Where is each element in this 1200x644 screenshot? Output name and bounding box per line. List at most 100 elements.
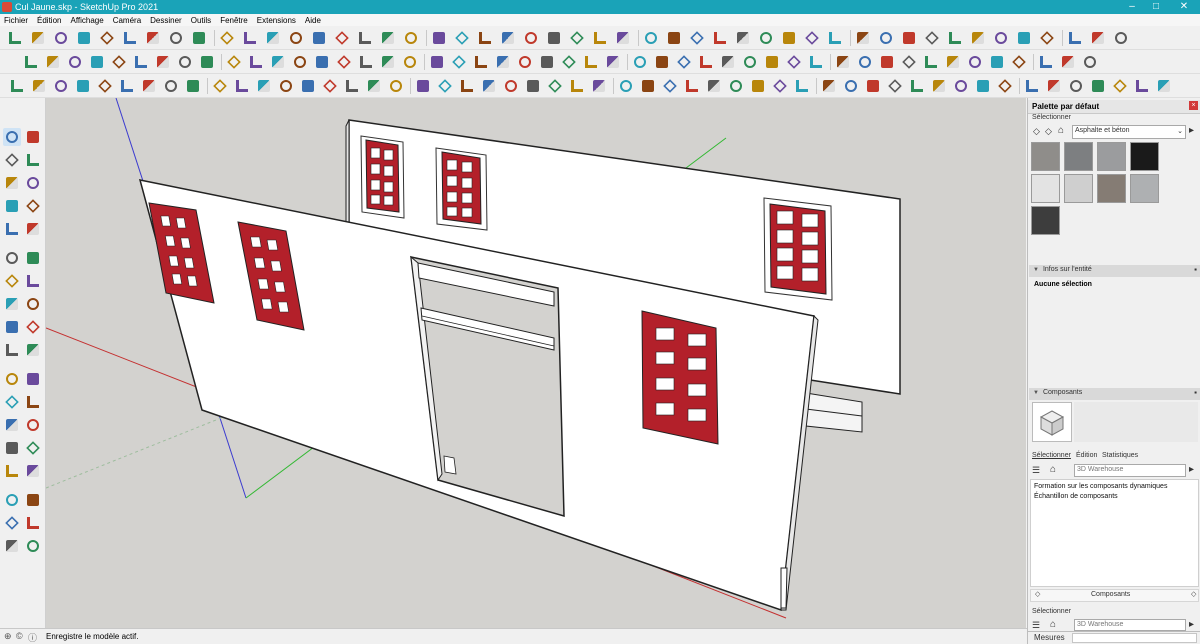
component-list-item[interactable]: Formation sur les composants dynamiques xyxy=(1034,483,1167,490)
home-icon[interactable]: ⌂ xyxy=(1050,619,1056,630)
arc-icon[interactable] xyxy=(653,53,671,71)
walk-icon[interactable] xyxy=(3,491,21,509)
back-view-icon[interactable] xyxy=(176,53,194,71)
orbit-icon[interactable] xyxy=(3,393,21,411)
undo-icon[interactable] xyxy=(162,77,180,95)
warehouse-icon[interactable] xyxy=(313,53,331,71)
textured-icon[interactable] xyxy=(44,53,62,71)
shaded-icon[interactable] xyxy=(66,53,84,71)
select-icon[interactable] xyxy=(287,29,305,47)
zoom-icon[interactable] xyxy=(614,29,632,47)
scale-icon[interactable] xyxy=(538,53,556,71)
xray-icon[interactable] xyxy=(132,53,150,71)
info-icon[interactable]: ⓘ xyxy=(28,631,37,644)
wireframe-icon[interactable] xyxy=(923,29,941,47)
left-view-icon[interactable] xyxy=(842,77,860,95)
erase-icon[interactable] xyxy=(140,77,158,95)
eraser-icon[interactable] xyxy=(299,77,317,95)
circle-icon[interactable] xyxy=(3,220,21,238)
monochrome-icon[interactable] xyxy=(974,77,992,95)
orbit-icon[interactable] xyxy=(568,29,586,47)
tape-icon[interactable] xyxy=(516,53,534,71)
tray-close-icon[interactable]: × xyxy=(1189,101,1198,110)
model-info-icon[interactable] xyxy=(233,77,251,95)
view-options-icon[interactable]: ☰ xyxy=(1032,620,1040,631)
components-header[interactable]: ▼ Composants ▪ xyxy=(1029,388,1200,400)
tape-icon[interactable] xyxy=(480,77,498,95)
zoom-extents-icon[interactable] xyxy=(617,77,635,95)
menu-outils[interactable]: Outils xyxy=(191,16,211,25)
menu-dessiner[interactable]: Dessiner xyxy=(150,16,182,25)
right-view-icon[interactable] xyxy=(793,77,811,95)
print-icon[interactable] xyxy=(218,29,236,47)
user-icon[interactable] xyxy=(291,53,309,71)
menu-camera[interactable]: Caméra xyxy=(113,16,141,25)
collapse-icon[interactable]: ▪ xyxy=(1194,388,1197,397)
axes-icon[interactable] xyxy=(24,341,42,359)
paint-icon[interactable] xyxy=(472,53,490,71)
zoom-extents-icon[interactable] xyxy=(3,439,21,457)
menu-affichage[interactable]: Affichage xyxy=(70,16,103,25)
save-icon[interactable] xyxy=(944,53,962,71)
eraser-icon[interactable] xyxy=(310,29,328,47)
zoom-window-icon[interactable] xyxy=(24,416,42,434)
component-icon[interactable] xyxy=(357,53,375,71)
details-arrow-icon[interactable]: ▸ xyxy=(1189,125,1194,136)
top-view-icon[interactable] xyxy=(749,77,767,95)
section-plane-icon[interactable] xyxy=(3,462,21,480)
materials-collection-dropdown[interactable]: Asphalte et béton ⌄ xyxy=(1072,125,1186,139)
top-view-icon[interactable] xyxy=(780,29,798,47)
redo-icon[interactable] xyxy=(807,53,825,71)
front-view-icon[interactable] xyxy=(225,53,243,71)
paste-icon[interactable] xyxy=(878,53,896,71)
orbit-icon[interactable] xyxy=(546,77,564,95)
paint-icon[interactable] xyxy=(524,77,542,95)
textured-icon[interactable] xyxy=(992,29,1010,47)
entity-info-header[interactable]: ▼ Infos sur l'entité ▪ xyxy=(1029,265,1200,277)
circle-dot-icon[interactable] xyxy=(255,77,273,95)
warehouse-icon[interactable] xyxy=(683,77,701,95)
textured-icon[interactable] xyxy=(952,77,970,95)
save-icon[interactable] xyxy=(52,29,70,47)
hidden-line-icon[interactable] xyxy=(946,29,964,47)
paste-icon[interactable] xyxy=(1111,77,1129,95)
move-icon[interactable] xyxy=(3,272,21,290)
details-arrow-icon[interactable]: ▸ xyxy=(1189,619,1194,630)
move-icon[interactable] xyxy=(430,29,448,47)
open-icon[interactable] xyxy=(30,77,48,95)
protractor-icon[interactable] xyxy=(3,341,21,359)
redo-icon[interactable] xyxy=(190,29,208,47)
new-file-icon[interactable] xyxy=(996,77,1014,95)
paint-bucket-icon[interactable] xyxy=(3,151,21,169)
components-search-input[interactable]: 3D Warehouse xyxy=(1074,464,1186,477)
extension-icon[interactable] xyxy=(24,514,42,532)
undo-icon[interactable] xyxy=(167,29,185,47)
menu-aide[interactable]: Aide xyxy=(305,16,321,25)
close-icon[interactable]: ✕ xyxy=(1170,0,1198,14)
rotate-icon[interactable] xyxy=(453,29,471,47)
material-swatch[interactable] xyxy=(1031,142,1060,171)
arc-icon[interactable] xyxy=(3,249,21,267)
pan-icon[interactable] xyxy=(568,77,586,95)
move-icon[interactable] xyxy=(582,53,600,71)
pan-icon[interactable] xyxy=(428,53,446,71)
pan-icon[interactable] xyxy=(24,393,42,411)
paste-icon[interactable] xyxy=(121,29,139,47)
copy-icon[interactable] xyxy=(96,77,114,95)
pie-icon[interactable] xyxy=(24,249,42,267)
arc-icon[interactable] xyxy=(356,29,374,47)
hidden-line-icon[interactable] xyxy=(88,53,106,71)
share-icon[interactable] xyxy=(3,537,21,555)
text-icon[interactable] xyxy=(24,318,42,336)
sandbox-icon[interactable] xyxy=(335,53,353,71)
line-icon[interactable] xyxy=(3,174,21,192)
open-icon[interactable] xyxy=(1023,77,1041,95)
zoom-extents-icon[interactable] xyxy=(642,29,660,47)
erase-icon[interactable] xyxy=(856,53,874,71)
rotate-icon[interactable] xyxy=(560,53,578,71)
monochrome-icon[interactable] xyxy=(1015,29,1033,47)
details-arrow-icon[interactable]: ▸ xyxy=(1189,464,1194,475)
user-icon[interactable] xyxy=(734,29,752,47)
push-pull-icon[interactable] xyxy=(402,29,420,47)
scale-icon[interactable] xyxy=(476,29,494,47)
